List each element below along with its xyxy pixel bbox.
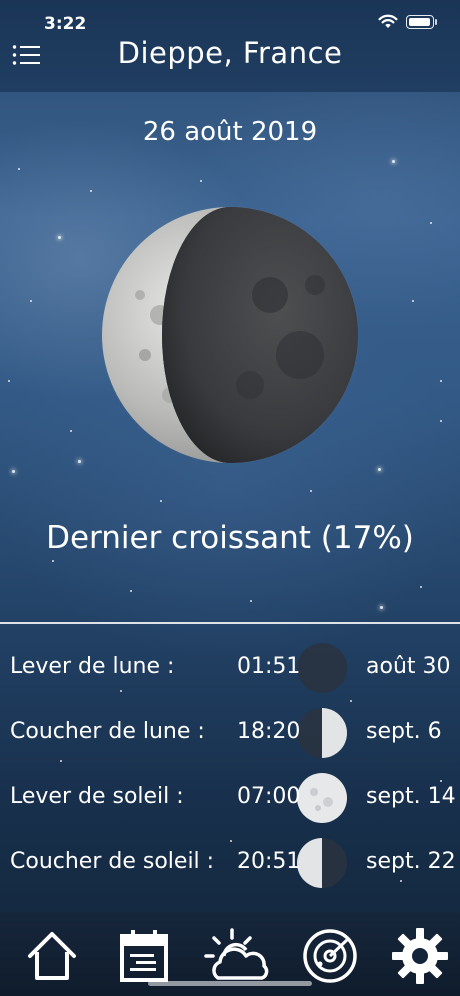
sunset-label: Coucher de soleil : [10,849,215,874]
home-indicator [148,981,312,986]
moonrise-time: 01:51 [237,654,301,679]
moonrise-label: Lever de lune : [10,654,175,679]
radar-icon[interactable] [300,926,360,986]
info-row: Lever de lune : 01:51 août 30 [0,642,460,693]
status-time: 3:22 [44,14,87,34]
last-quarter-date: sept. 22 [366,849,456,874]
first-quarter-moon-icon [297,708,347,758]
new-moon-icon [297,643,347,693]
divider [0,622,460,624]
info-row: Coucher de lune : 18:20 sept. 6 [0,707,460,758]
wifi-icon [378,14,398,28]
battery-icon [406,15,437,29]
last-quarter-moon-icon [297,838,347,888]
moonset-label: Coucher de lune : [10,719,205,744]
new-moon-date: août 30 [366,654,451,679]
full-moon-icon [297,773,347,823]
moonset-time: 18:20 [237,719,301,744]
sunrise-time: 07:00 [237,784,301,809]
gear-icon[interactable] [390,926,450,986]
sunrise-label: Lever de soleil : [10,784,184,809]
home-icon[interactable] [22,926,82,986]
weather-icon[interactable] [202,926,274,986]
calendar-icon[interactable] [114,926,174,986]
full-moon-date: sept. 14 [366,784,456,809]
location-title[interactable]: Dieppe, France [0,36,460,70]
phase-label: Dernier croissant (17%) [46,520,414,556]
sunset-time: 20:51 [237,849,301,874]
moon-phase-image [100,205,360,465]
info-row: Lever de soleil : 07:00 sept. 14 [0,772,460,823]
info-row: Coucher de soleil : 20:51 sept. 22 [0,837,460,888]
current-date[interactable]: 26 août 2019 [0,117,460,147]
first-quarter-date: sept. 6 [366,719,442,744]
